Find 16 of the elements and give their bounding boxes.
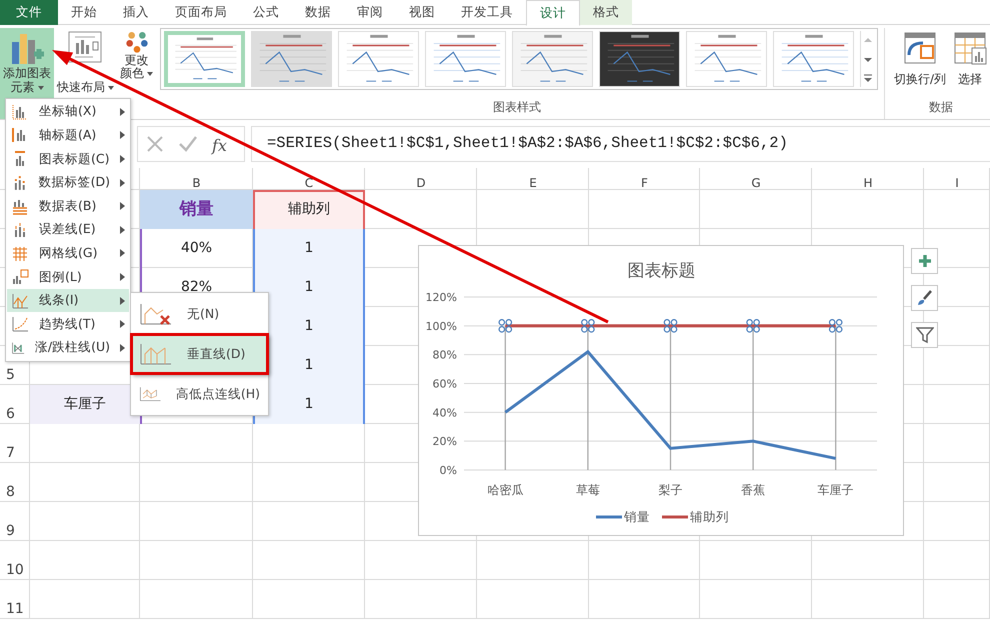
axis-tick-label: 60% — [432, 378, 457, 390]
legend-label: 辅助列 — [690, 509, 729, 524]
axis-tick-label: 20% — [432, 435, 457, 448]
category-label: 香蕉 — [741, 483, 766, 497]
category-label: 梨子 — [658, 483, 682, 497]
axis-tick-label: 0% — [440, 464, 457, 477]
legend-label: 销量 — [624, 509, 650, 524]
axis-tick-label: 100% — [426, 320, 457, 333]
category-label: 车厘子 — [818, 483, 854, 497]
category-label: 草莓 — [576, 483, 600, 497]
category-label: 哈密瓜 — [487, 483, 524, 497]
axis-tick-label: 120% — [426, 291, 457, 304]
axis-tick-label: 80% — [432, 348, 457, 362]
group-label: 数据 — [928, 99, 954, 116]
axis-tick-label: 40% — [432, 406, 457, 420]
group-label: 图表样式 — [492, 99, 542, 116]
